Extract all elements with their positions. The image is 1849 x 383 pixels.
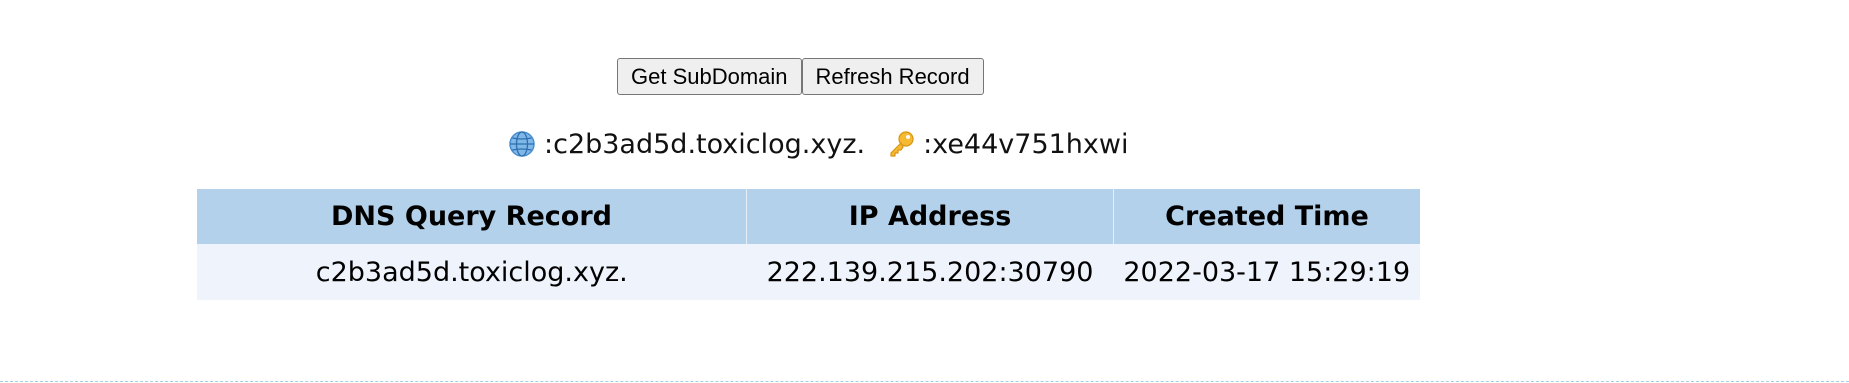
column-header-ip-address: IP Address bbox=[746, 189, 1114, 244]
created-time-cell: 2022-03-17 15:29:19 bbox=[1113, 244, 1420, 300]
key-icon bbox=[887, 130, 915, 158]
globe-icon bbox=[508, 130, 536, 158]
table-row: c2b3ad5d.toxiclog.xyz. 222.139.215.202:3… bbox=[197, 244, 1420, 300]
column-header-dns-query-record: DNS Query Record bbox=[197, 189, 747, 244]
column-header-created-time: Created Time bbox=[1113, 189, 1420, 244]
get-subdomain-button[interactable]: Get SubDomain bbox=[617, 58, 802, 95]
refresh-record-button[interactable]: Refresh Record bbox=[801, 58, 984, 95]
table-header-row: DNS Query Record IP Address Created Time bbox=[197, 189, 1420, 244]
token-value: :xe44v751hxwi bbox=[923, 128, 1129, 160]
toolbar: Get SubDomain Refresh Record bbox=[617, 58, 984, 95]
ip-address-cell: 222.139.215.202:30790 bbox=[746, 244, 1114, 300]
subdomain-info: :c2b3ad5d.toxiclog.xyz. :xe44v751hxwi bbox=[508, 126, 1128, 162]
divider bbox=[0, 381, 1849, 382]
page: Get SubDomain Refresh Record :c2b3ad5d.t… bbox=[0, 0, 1849, 383]
subdomain-value: :c2b3ad5d.toxiclog.xyz. bbox=[544, 128, 866, 160]
dns-records-table: DNS Query Record IP Address Created Time… bbox=[197, 189, 1420, 300]
dns-query-record-cell: c2b3ad5d.toxiclog.xyz. bbox=[197, 244, 747, 300]
